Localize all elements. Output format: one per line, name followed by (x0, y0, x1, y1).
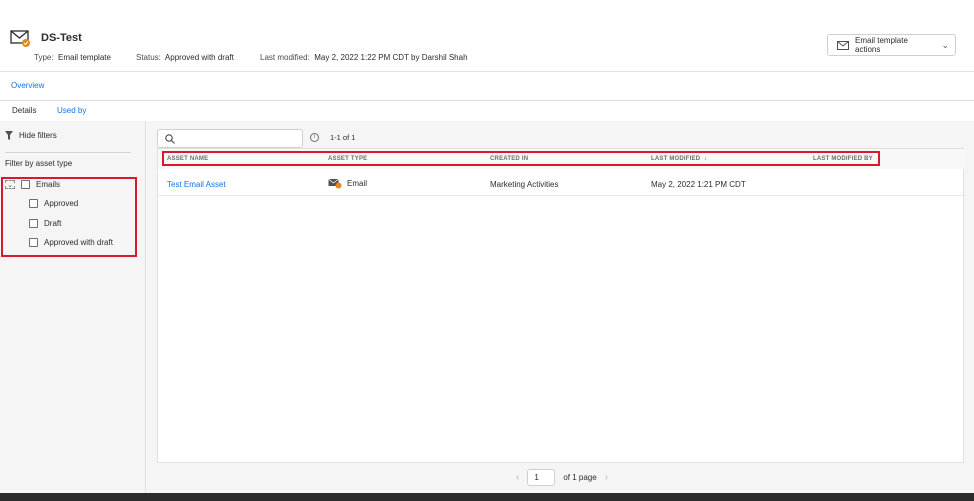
approved-with-draft-label: Approved with draft (44, 238, 113, 247)
header-highlight-box (162, 151, 880, 166)
filter-sidebar: Hide filters Filter by asset type ⌄ Emai… (0, 121, 146, 493)
emails-label: Emails (36, 180, 61, 189)
modified-value: May 2, 2022 1:22 PM CDT by Darshil Shah (314, 53, 468, 62)
chevron-down-icon: ⌄ (941, 39, 949, 50)
modified-meta: Last modified: May 2, 2022 1:22 PM CDT b… (260, 53, 468, 62)
email-template-icon (10, 30, 30, 47)
chevron-right-icon[interactable]: › (605, 472, 608, 483)
type-label: Type: (34, 53, 54, 62)
email-asset-icon (328, 178, 342, 189)
filter-title: Filter by asset type (5, 159, 73, 168)
page-title: DS-Test (41, 32, 82, 44)
tab-used-by[interactable]: Used by (57, 106, 86, 115)
filter-icon (5, 131, 13, 140)
status-value: Approved with draft (164, 53, 234, 62)
hide-filters-button[interactable]: Hide filters (5, 131, 57, 140)
pagination: ‹ 1 of 1 page › (516, 469, 608, 486)
divider (5, 152, 131, 153)
status-meta: Status: Approved with draft (136, 53, 234, 62)
asset-type-cell: Email (328, 178, 367, 189)
email-template-actions-button[interactable]: Email template actions ⌄ (827, 34, 956, 56)
used-by-table: ASSET NAME ASSET TYPE CREATED IN LAST MO… (157, 148, 965, 463)
type-value: Email template (58, 53, 111, 62)
asset-name-link[interactable]: Test Email Asset (167, 180, 226, 189)
filter-emails[interactable]: ⌄ Emails (5, 180, 60, 189)
secondary-tabs: Details Used by (0, 101, 974, 121)
table-row[interactable]: Test Email Asset Email Marketing Activit… (158, 172, 965, 196)
type-meta: Type: Email template (34, 53, 111, 62)
approved-with-draft-checkbox[interactable] (29, 238, 38, 247)
draft-label: Draft (44, 219, 62, 228)
envelope-icon (837, 40, 849, 50)
used-by-panel: i 1-1 of 1 ASSET NAME ASSET TYPE CREATED… (146, 121, 974, 493)
approved-checkbox[interactable] (29, 199, 38, 208)
draft-checkbox[interactable] (29, 219, 38, 228)
chevron-left-icon[interactable]: ‹ (516, 472, 519, 483)
modified-label: Last modified: (260, 53, 310, 62)
filter-approved[interactable]: Approved (29, 199, 78, 208)
tab-details[interactable]: Details (12, 106, 36, 115)
emails-checkbox[interactable] (21, 180, 30, 189)
actions-label: Email template actions (855, 36, 908, 54)
hide-filters-label: Hide filters (19, 131, 57, 140)
filter-draft[interactable]: Draft (29, 219, 61, 228)
primary-tabs: Overview (0, 72, 974, 101)
page-number-input[interactable]: 1 (527, 469, 556, 486)
last-modified-value: May 2, 2022 1:21 PM CDT (651, 180, 746, 189)
bottom-bar (0, 493, 974, 501)
approved-label: Approved (44, 199, 79, 208)
search-input[interactable] (157, 129, 303, 148)
asset-header: DS-Test Type: Email template Status: App… (0, 0, 974, 72)
chevron-down-icon[interactable]: ⌄ (5, 180, 15, 189)
status-label: Status: (136, 53, 161, 62)
filter-approved-with-draft[interactable]: Approved with draft (29, 238, 113, 247)
result-count: 1-1 of 1 (330, 133, 356, 142)
info-icon[interactable]: i (310, 133, 319, 142)
tab-overview[interactable]: Overview (11, 81, 44, 90)
search-icon (165, 134, 175, 144)
page-count-label: of 1 page (563, 473, 597, 482)
table-header: ASSET NAME ASSET TYPE CREATED IN LAST MO… (158, 149, 965, 169)
created-in-value: Marketing Activities (490, 180, 559, 189)
asset-type-value: Email (347, 179, 368, 188)
